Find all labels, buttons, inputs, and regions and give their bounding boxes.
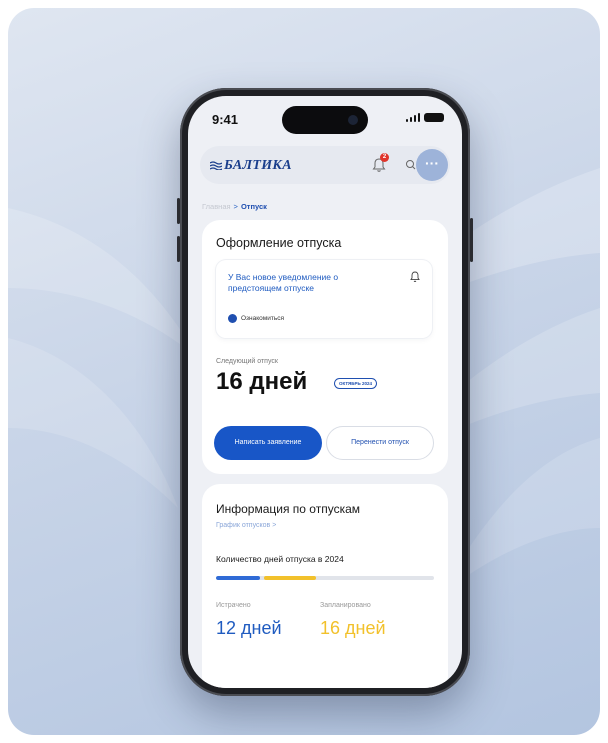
breadcrumb-home[interactable]: Главная (202, 202, 231, 211)
phone-frame: 9:41 БАЛТИКА 2 ··· Главная > Отпуск Офор… (177, 88, 473, 696)
status-icons (405, 113, 444, 122)
spent-label: Истрачено (216, 602, 251, 609)
breadcrumb-separator: > (233, 202, 238, 211)
write-application-button[interactable]: Написать заявление (214, 426, 322, 460)
spent-value: 12 дней (216, 618, 282, 638)
dynamic-island (282, 106, 368, 134)
arrow-circle-icon (228, 314, 237, 323)
vacation-days-progress (216, 576, 434, 580)
vacation-notification[interactable]: У Вас новое уведомление о предстоящем от… (216, 260, 432, 338)
notification-badge: 2 (380, 153, 389, 162)
more-dots-icon: ··· (425, 155, 439, 171)
acknowledge-link[interactable]: Ознакомиться (228, 314, 284, 323)
brand-logo-text: БАЛТИКА (224, 158, 292, 173)
power-button (470, 218, 473, 262)
vacation-card-title: Оформление отпуска (216, 236, 342, 250)
phone-screen: 9:41 БАЛТИКА 2 ··· Главная > Отпуск Офор… (188, 96, 462, 688)
vacation-month-badge: ОКТЯБРЬ 2024 (334, 378, 378, 389)
reschedule-vacation-button[interactable]: Перенести отпуск (326, 426, 434, 460)
planned-value: 16 дней (320, 618, 386, 638)
battery-icon (424, 113, 444, 122)
background-card: 9:41 БАЛТИКА 2 ··· Главная > Отпуск Офор… (8, 8, 600, 735)
camera-icon (348, 115, 358, 125)
volume-down-button (177, 236, 180, 262)
progress-spent-segment (216, 576, 260, 580)
more-options-button[interactable]: ··· (416, 149, 448, 181)
logo-waves-icon (210, 161, 222, 171)
vacation-schedule-link[interactable]: График отпусков > (216, 522, 276, 529)
notification-text: У Вас новое уведомление о предстоящем от… (228, 272, 339, 293)
status-bar: 9:41 (188, 96, 462, 142)
vacation-days-count-label: Количество дней отпуска в 2024 (216, 554, 344, 564)
status-time: 9:41 (212, 112, 239, 127)
vacation-request-card: Оформление отпуска У Вас новое уведомлен… (202, 220, 448, 474)
acknowledge-link-label: Ознакомиться (241, 315, 285, 322)
info-card-title: Информация по отпускам (216, 502, 361, 516)
notifications-button[interactable]: 2 (368, 153, 390, 176)
planned-label: Запланировано (320, 602, 371, 609)
breadcrumb: Главная > Отпуск (202, 202, 267, 211)
breadcrumb-current: Отпуск (240, 202, 267, 211)
next-vacation-days: 16 дней (216, 368, 308, 395)
volume-up-button (177, 198, 180, 224)
app-bar: БАЛТИКА 2 ··· (200, 146, 450, 184)
signal-icon (405, 113, 420, 122)
progress-planned-segment (263, 576, 317, 580)
brand-logo[interactable]: БАЛТИКА (210, 158, 292, 174)
next-vacation-label: Следующий отпуск (216, 358, 278, 365)
notification-bell-icon (410, 271, 420, 282)
vacation-info-card: Информация по отпускам График отпусков >… (202, 484, 448, 688)
